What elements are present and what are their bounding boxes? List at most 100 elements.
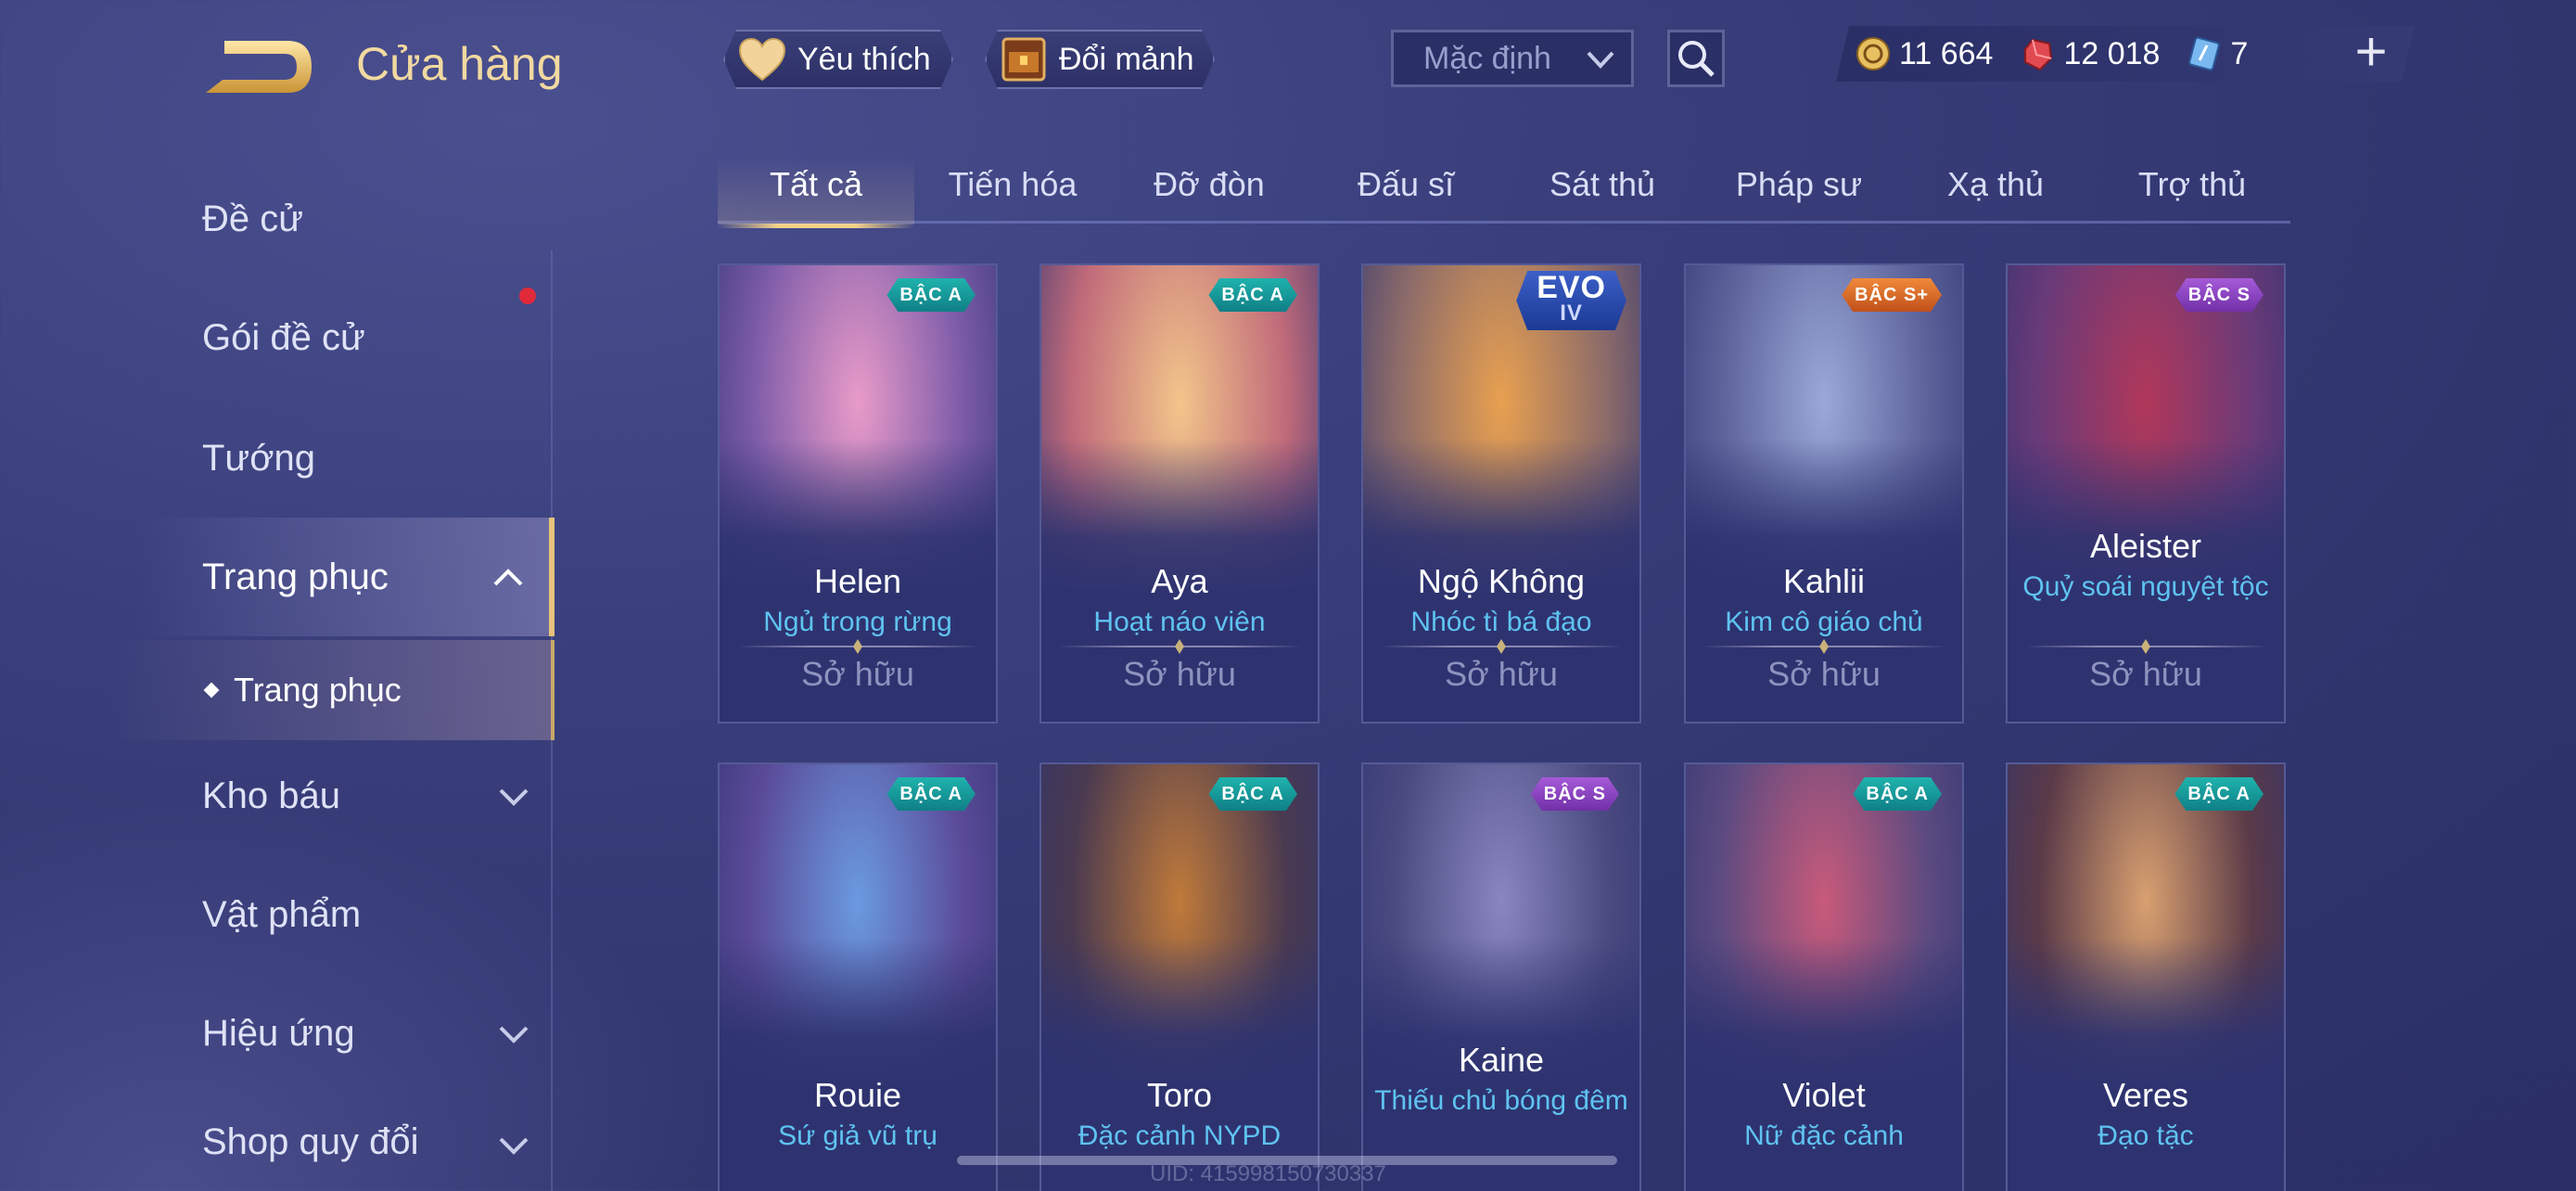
evo-level: IV — [1560, 301, 1583, 326]
tab-fighter[interactable]: Đấu sĩ — [1307, 156, 1504, 224]
fragments-label: Đổi mảnh — [1059, 41, 1194, 77]
sidebar-item-exchange-shop[interactable]: Shop quy đổi — [0, 1093, 555, 1191]
tier-badge: BẬC A — [2174, 777, 2264, 811]
sidebar-item-treasure[interactable]: Kho báu — [0, 736, 555, 855]
sort-dropdown[interactable]: Mặc định — [1391, 30, 1634, 87]
chevron-up-icon — [493, 569, 523, 586]
skin-name: Ngủ trong rừng — [763, 607, 952, 637]
skin-card[interactable]: BẬC S Aleister Quỷ soái nguyệt tộc Sở hữ… — [2006, 263, 2286, 724]
ruby-amount: 12 018 — [2063, 35, 2161, 71]
hero-name: Kaine — [1458, 1041, 1545, 1079]
sidebar-item-label: Hiệu ứng — [202, 1012, 355, 1054]
skin-name: Nữ đặc cảnh — [1744, 1121, 1904, 1151]
hero-name: Veres — [2102, 1076, 2189, 1114]
evo-label: EVO — [1537, 270, 1606, 305]
sort-value: Mặc định — [1423, 40, 1551, 76]
hero-name: Ngộ Không — [1417, 562, 1586, 600]
tier-badge: BẬC A — [886, 278, 976, 312]
sidebar-item-label: Trang phục — [202, 556, 389, 597]
hero-name: Violet — [1782, 1076, 1866, 1114]
tab-evolution[interactable]: Tiến hóa — [914, 156, 1111, 224]
sidebar-item-heroes[interactable]: Tướng — [0, 399, 555, 518]
skin-card[interactable]: BẬC A Aya Hoạt náo viên Sở hữu — [1039, 263, 1320, 724]
tier-badge: BẬC S — [1531, 777, 1619, 811]
card-divider — [1380, 646, 1623, 647]
skin-name: Sứ giả vũ trụ — [778, 1121, 937, 1151]
tab-support[interactable]: Trợ thủ — [2094, 156, 2290, 224]
skin-card[interactable]: BẬC A Helen Ngủ trong rừng Sở hữu — [718, 263, 998, 724]
search-icon — [1678, 41, 1715, 77]
voucher-amount: 7 — [2230, 35, 2249, 71]
sidebar-item-label: Shop quy đổi — [202, 1121, 419, 1162]
skin-card[interactable]: BẬC S Kaine Thiếu chủ bóng đêm — [1361, 762, 1641, 1191]
skin-name: Đạo tặc — [2098, 1121, 2194, 1151]
chevron-down-icon — [1587, 51, 1614, 69]
tab-assassin[interactable]: Sát thủ — [1504, 156, 1701, 224]
card-divider — [2024, 646, 2267, 647]
sidebar-subitem-skins[interactable]: Trang phục — [0, 640, 555, 740]
add-currency-button[interactable]: + — [2348, 24, 2394, 80]
card-divider — [1058, 646, 1301, 647]
fragments-button[interactable]: Đổi mảnh — [985, 30, 1215, 89]
chevron-down-icon — [499, 1026, 529, 1044]
page-title: Cửa hàng — [356, 38, 563, 90]
card-divider — [736, 646, 979, 647]
skin-card[interactable]: BẬC S+ Kahlii Kim cô giáo chủ Sở hữu — [1684, 263, 1964, 724]
sidebar-item-label: Tướng — [202, 437, 315, 479]
hero-name: Helen — [813, 562, 902, 600]
tab-tank[interactable]: Đỡ đòn — [1111, 156, 1307, 224]
skin-card[interactable]: BẬC A Rouie Sứ giả vũ trụ — [718, 762, 998, 1191]
sidebar-item-featured-packs[interactable]: Gói đề cử — [0, 278, 555, 397]
skin-name: Quỷ soái nguyệt tộc — [2022, 571, 2269, 602]
tab-mage[interactable]: Pháp sư — [1701, 156, 1897, 224]
gold-coin-icon — [1855, 35, 1892, 72]
sidebar-item-effects[interactable]: Hiệu ứng — [0, 974, 555, 1093]
skin-card[interactable]: EVO IV Ngộ Không Nhóc tì bá đạo Sở hữu — [1361, 263, 1641, 724]
hero-name: Rouie — [813, 1076, 902, 1114]
blue-voucher-icon — [2186, 35, 2223, 72]
back-arrow-icon — [206, 41, 312, 93]
chevron-down-icon — [499, 788, 529, 806]
skin-name: Hoạt náo viên — [1093, 607, 1266, 637]
sidebar-item-featured[interactable]: Đề cử — [0, 160, 555, 278]
currency-voucher: 7 — [2186, 35, 2248, 72]
sidebar-subitem-label: Trang phục — [234, 671, 402, 709]
tier-badge: BẬC S — [2175, 278, 2264, 312]
tier-badge: BẬC A — [1853, 777, 1942, 811]
owned-label: Sở hữu — [1767, 655, 1881, 693]
tab-all[interactable]: Tất cả — [718, 156, 914, 228]
sidebar-item-skins[interactable]: Trang phục — [0, 518, 555, 636]
gold-amount: 11 664 — [1899, 35, 1994, 71]
currency-ruby: 12 018 — [2019, 35, 2160, 72]
hero-name: Aya — [1151, 562, 1208, 600]
skin-name: Thiếu chủ bóng đêm — [1374, 1085, 1628, 1116]
skin-card[interactable]: BẬC A Toro Đặc cảnh NYPD — [1039, 762, 1320, 1191]
currency-bar: 11 664 12 018 7 — [1836, 26, 2415, 82]
category-tabs: Tất cả Tiến hóa Đỡ đòn Đấu sĩ Sát thủ Ph… — [718, 156, 2290, 228]
sidebar-item-label: Vật phẩm — [202, 893, 362, 935]
skin-name: Kim cô giáo chủ — [1725, 607, 1923, 637]
skin-card[interactable]: BẬC A Veres Đạo tặc — [2006, 762, 2286, 1191]
favorites-label: Yêu thích — [797, 41, 931, 77]
tier-badge: BẬC A — [1208, 777, 1297, 811]
tier-badge: BẬC S+ — [1842, 278, 1942, 312]
sidebar-item-label: Đề cử — [202, 198, 304, 239]
hero-name: Kahlii — [1782, 562, 1866, 600]
tab-marksman[interactable]: Xạ thủ — [1897, 156, 2094, 224]
back-button[interactable] — [197, 35, 317, 100]
currency-gold: 11 664 — [1855, 35, 1993, 72]
tier-badge: BẬC A — [1208, 278, 1297, 312]
sidebar-item-items[interactable]: Vật phẩm — [0, 855, 555, 974]
notification-dot — [519, 288, 536, 304]
owned-label: Sở hữu — [801, 655, 914, 693]
search-button[interactable] — [1667, 30, 1725, 87]
owned-label: Sở hữu — [1445, 655, 1558, 693]
skin-name: Nhóc tì bá đạo — [1410, 607, 1592, 637]
chevron-down-icon — [499, 1137, 529, 1155]
owned-label: Sở hữu — [1123, 655, 1236, 693]
tier-badge: BẬC A — [886, 777, 976, 811]
favorites-button[interactable]: Yêu thích — [723, 30, 953, 89]
hero-name: Toro — [1146, 1076, 1213, 1114]
ruby-gem-icon — [2019, 35, 2056, 72]
skin-card[interactable]: BẬC A Violet Nữ đặc cảnh — [1684, 762, 1964, 1191]
